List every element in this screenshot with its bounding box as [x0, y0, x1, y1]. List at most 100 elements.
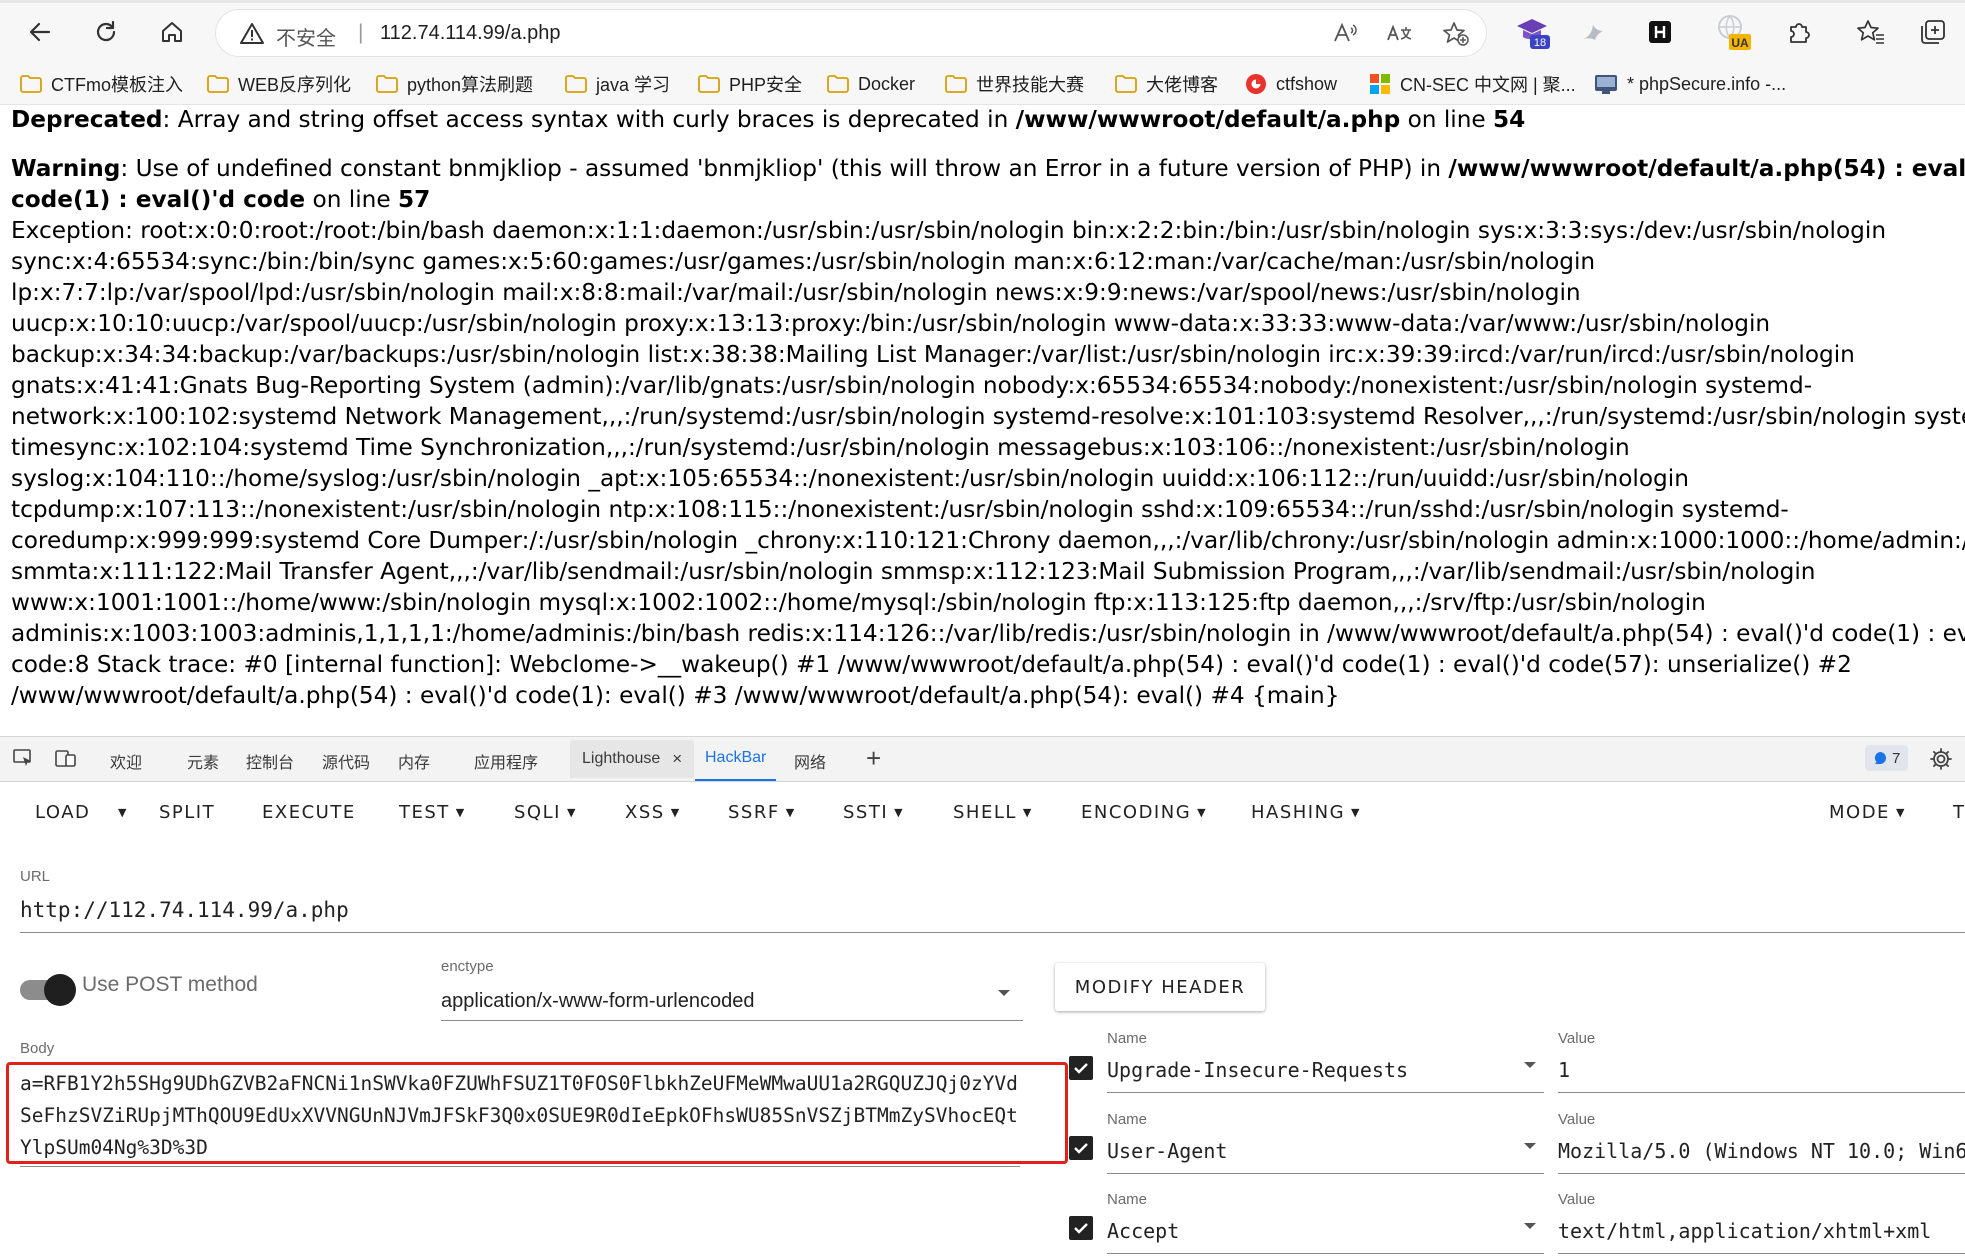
load-button[interactable]: LOAD — [35, 802, 90, 823]
warning-message-cont: code(1) : eval()'d code on line 57 — [11, 184, 1965, 215]
bookmark-label: PHP安全 — [729, 75, 803, 95]
header-name-input[interactable]: User-Agent — [1107, 1139, 1544, 1174]
security-status[interactable]: 不安全 — [276, 22, 336, 51]
chevron-down-icon[interactable] — [1522, 1221, 1538, 1231]
header-value-input[interactable]: Mozilla/5.0 (Windows NT 10.0; Win64; x64… — [1558, 1139, 1965, 1174]
issues-badge[interactable]: 7 — [1865, 745, 1909, 771]
extension-user-agent[interactable]: UA — [1713, 12, 1753, 52]
chevron-down-icon: ▼ — [894, 806, 905, 819]
tab-hackbar-label: HackBar — [705, 749, 767, 766]
extension-graduation-cap[interactable]: 18 — [1513, 12, 1553, 52]
shell-menu[interactable]: SHELL ▼ — [953, 802, 1033, 823]
url-input[interactable]: http://112.74.114.99/a.php — [20, 898, 1965, 933]
deprecated-label: Deprecated — [11, 106, 163, 133]
execute-button[interactable]: EXECUTE — [262, 802, 356, 823]
modify-header-button[interactable]: MODIFY HEADER — [1055, 963, 1265, 1011]
chevron-down-icon: ▼ — [1895, 806, 1906, 819]
hackbar-toolbar: LOAD ▼ SPLIT EXECUTE TEST ▼ SQLI ▼ XSS ▼ SS… — [0, 782, 1965, 842]
bookmark-item[interactable]: 大佬博客 — [1115, 71, 1218, 97]
sqli-menu[interactable]: SQLI ▼ — [514, 802, 577, 823]
ssti-menu[interactable]: SSTI ▼ — [843, 802, 904, 823]
devtools-settings-icon[interactable] — [1929, 747, 1953, 771]
encoding-menu[interactable]: ENCODING ▼ — [1081, 802, 1207, 823]
header-checkbox[interactable] — [1069, 1216, 1093, 1240]
extensions-button[interactable] — [1779, 12, 1819, 52]
close-tab-icon[interactable]: × — [672, 749, 682, 769]
collections-icon — [1921, 20, 1945, 44]
tab-sources[interactable]: 源代码 — [322, 749, 370, 773]
xss-menu[interactable]: XSS ▼ — [625, 802, 681, 823]
address-url[interactable]: 112.74.114.99/a.php — [380, 22, 561, 45]
bookmark-label: CN-SEC 中文网 | 聚... — [1400, 75, 1576, 95]
add-favorite-icon[interactable] — [1442, 21, 1470, 47]
tab-memory[interactable]: 内存 — [398, 749, 430, 773]
address-bar[interactable]: 不安全 | 112.74.114.99/a.php — [216, 10, 1486, 56]
bookmark-item[interactable]: * phpSecure.info -... — [1594, 71, 1786, 97]
header-value-input[interactable]: 1 — [1558, 1058, 1965, 1093]
tab-welcome[interactable]: 欢迎 — [110, 749, 142, 773]
bookmark-item[interactable]: CN-SEC 中文网 | 聚... — [1369, 71, 1576, 97]
header-value-input[interactable]: text/html,application/xhtml+xml — [1558, 1219, 1965, 1254]
exception-line: sync:x:4:65534:sync:/bin:/bin/sync games… — [11, 248, 1596, 275]
chevron-down-icon: ▼ — [1022, 806, 1033, 819]
warning-label: Warning — [11, 155, 121, 182]
warning-path: /www/wwwroot/default/a.php(54) : eval()'… — [1448, 155, 1965, 182]
favorites-button[interactable] — [1851, 12, 1891, 52]
extension-h[interactable] — [1640, 12, 1680, 52]
mode-menu[interactable]: MODE ▼ — [1829, 802, 1906, 823]
exception-line: backup:x:34:34:backup:/var/backups:/usr/… — [11, 341, 1855, 368]
folder-icon — [565, 75, 587, 93]
extension-bird[interactable] — [1573, 12, 1613, 52]
translate-icon[interactable] — [1386, 21, 1414, 45]
tab-elements[interactable]: 元素 — [187, 749, 219, 773]
header-name-label: Name — [1107, 1191, 1148, 1208]
collections-button[interactable] — [1913, 12, 1953, 52]
home-button[interactable] — [154, 14, 190, 50]
load-dropdown-icon[interactable]: ▼ — [118, 802, 128, 823]
header-checkbox[interactable] — [1069, 1056, 1093, 1080]
split-button[interactable]: SPLIT — [159, 802, 215, 823]
tab-lighthouse[interactable]: Lighthouse × — [570, 740, 695, 778]
chevron-down-icon: ▼ — [455, 806, 466, 819]
bookmark-item[interactable]: python算法刷题 — [376, 71, 533, 97]
browser-toolbar: 不安全 | 112.74.114.99/a.php 18 UA — [0, 0, 1965, 64]
bookmark-item[interactable]: 世界技能大赛 — [945, 71, 1084, 97]
bookmark-item[interactable]: WEB反序列化 — [207, 71, 351, 97]
page-output: Deprecated: Array and string offset acce… — [11, 104, 1965, 734]
reload-button[interactable] — [88, 14, 124, 50]
tab-hackbar[interactable]: HackBar — [695, 737, 777, 781]
hashing-menu[interactable]: HASHING ▼ — [1251, 802, 1361, 823]
tab-network[interactable]: 网络 — [794, 749, 826, 773]
bookmarks-bar: CTFmo模板注入 WEB反序列化 python算法刷题 java 学习 PHP… — [0, 64, 1965, 105]
inspect-element-icon[interactable] — [12, 747, 34, 769]
ssrf-menu[interactable]: SSRF ▼ — [728, 802, 796, 823]
test-menu[interactable]: TEST ▼ — [399, 802, 466, 823]
tab-application[interactable]: 应用程序 — [474, 749, 538, 773]
post-method-label[interactable]: Use POST method — [82, 973, 258, 997]
toolbar-overflow-item[interactable]: T — [1953, 802, 1965, 823]
chevron-down-icon[interactable] — [996, 988, 1012, 998]
tab-console[interactable]: 控制台 — [246, 749, 294, 773]
device-toolbar-icon[interactable] — [54, 747, 78, 769]
exception-line: uucp:x:10:10:uucp:/var/spool/uucp:/usr/s… — [11, 310, 1771, 337]
encoding-menu-label: ENCODING — [1081, 802, 1192, 823]
bookmark-item[interactable]: CTFmo模板注入 — [20, 71, 183, 97]
header-name-input[interactable]: Upgrade-Insecure-Requests — [1107, 1058, 1544, 1093]
read-aloud-icon[interactable] — [1332, 21, 1358, 45]
chevron-down-icon[interactable] — [1522, 1060, 1538, 1070]
folder-icon — [207, 75, 229, 93]
post-toggle[interactable] — [44, 974, 76, 1006]
header-checkbox[interactable] — [1069, 1136, 1093, 1160]
chevron-down-icon[interactable] — [1522, 1141, 1538, 1151]
enctype-select[interactable]: application/x-www-form-urlencoded — [441, 990, 1023, 1021]
bookmark-item[interactable]: Docker — [827, 71, 915, 97]
back-button[interactable] — [22, 14, 58, 50]
chevron-down-icon: ▼ — [566, 806, 577, 819]
add-tab-icon[interactable]: + — [866, 743, 881, 774]
header-name-input[interactable]: Accept — [1107, 1219, 1544, 1254]
header-value-label: Value — [1558, 1191, 1596, 1208]
bookmark-item[interactable]: ctfshow — [1245, 71, 1337, 97]
bookmark-item[interactable]: java 学习 — [565, 71, 670, 97]
bookmark-item[interactable]: PHP安全 — [698, 71, 802, 97]
